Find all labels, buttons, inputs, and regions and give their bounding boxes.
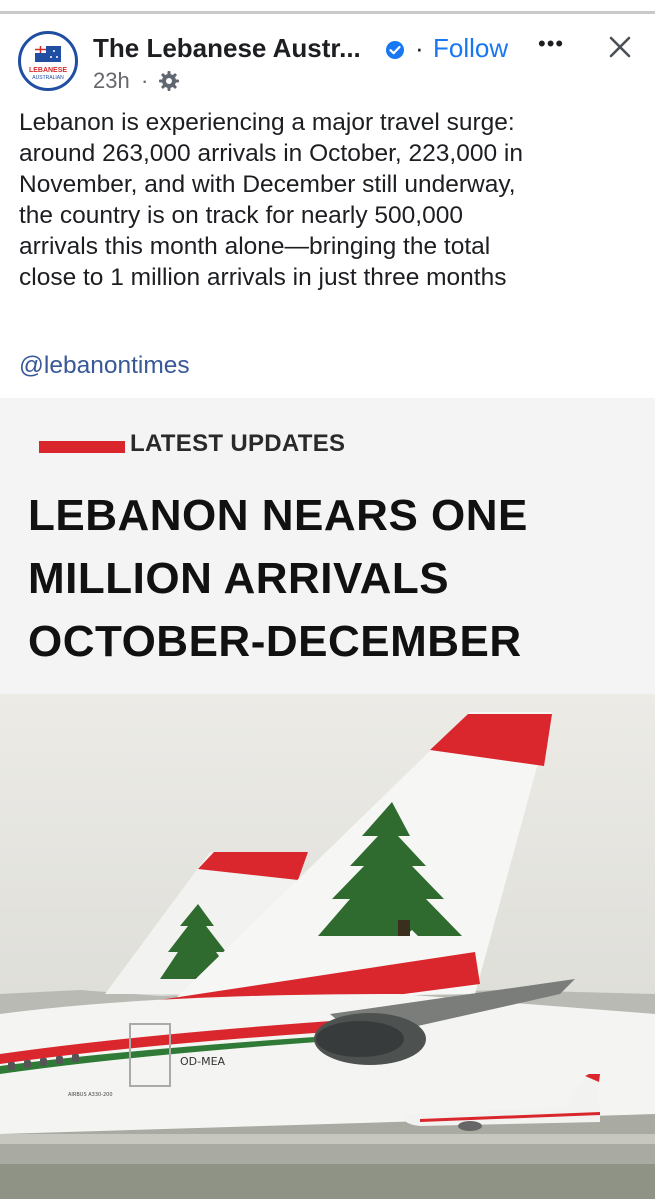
timestamp-separator: ·	[141, 68, 149, 93]
post-body-line: the country is on track for nearly 500,0…	[19, 202, 463, 229]
aircraft-tail-illustration	[0, 694, 655, 1199]
post-body: Lebanon is experiencing a major travel s…	[19, 107, 644, 293]
follow-separator: ·	[415, 33, 424, 63]
post-photo[interactable]: OD-MEA AIRBUS A330-200	[0, 694, 655, 1199]
post-body-line: around 263,000 arrivals in October, 223,…	[19, 140, 523, 167]
kicker-red-bar	[39, 441, 125, 453]
settings-gear-icon	[159, 71, 179, 91]
avatar-sublabel: AUSTRALIAN	[32, 75, 64, 81]
news-banner[interactable]: LATEST UPDATES LEBANON NEARS ONE MILLION…	[0, 398, 655, 694]
post-body-line: Lebanon is experiencing a major travel s…	[19, 109, 515, 136]
page-name[interactable]: The Lebanese Austr...	[93, 33, 361, 64]
avatar[interactable]: LEBANESE AUSTRALIAN	[18, 31, 78, 91]
follow-button[interactable]: Follow	[433, 33, 508, 64]
avatar-label: LEBANESE	[28, 67, 68, 74]
registration-label: OD-MEA	[180, 1055, 226, 1068]
flag-icon	[35, 46, 61, 62]
post-body-line: close to 1 million arrivals in just thre…	[19, 264, 507, 291]
post-header: LEBANESE AUSTRALIAN The Lebanese Austr..…	[0, 17, 655, 97]
mention-link[interactable]: @lebanontimes	[19, 352, 190, 380]
top-divider	[0, 0, 655, 14]
verified-badge-icon	[386, 41, 404, 59]
headline-line: LEBANON NEARS ONE	[28, 491, 528, 540]
banner-headline: LEBANON NEARS ONE MILLION ARRIVALS OCTOB…	[28, 484, 648, 673]
close-icon[interactable]	[604, 31, 636, 63]
headline-line: OCTOBER-DECEMBER	[28, 617, 522, 666]
more-options-button[interactable]: •••	[538, 31, 564, 57]
aircraft-model-label: AIRBUS A330-200	[68, 1092, 113, 1098]
post-body-line: arrivals this month alone—bringing the t…	[19, 233, 491, 260]
kicker-label: LATEST UPDATES	[130, 430, 346, 457]
headline-line: MILLION ARRIVALS	[28, 554, 450, 603]
post-timestamp[interactable]: 23h	[93, 68, 130, 94]
post-body-line: November, and with December still underw…	[19, 171, 516, 198]
